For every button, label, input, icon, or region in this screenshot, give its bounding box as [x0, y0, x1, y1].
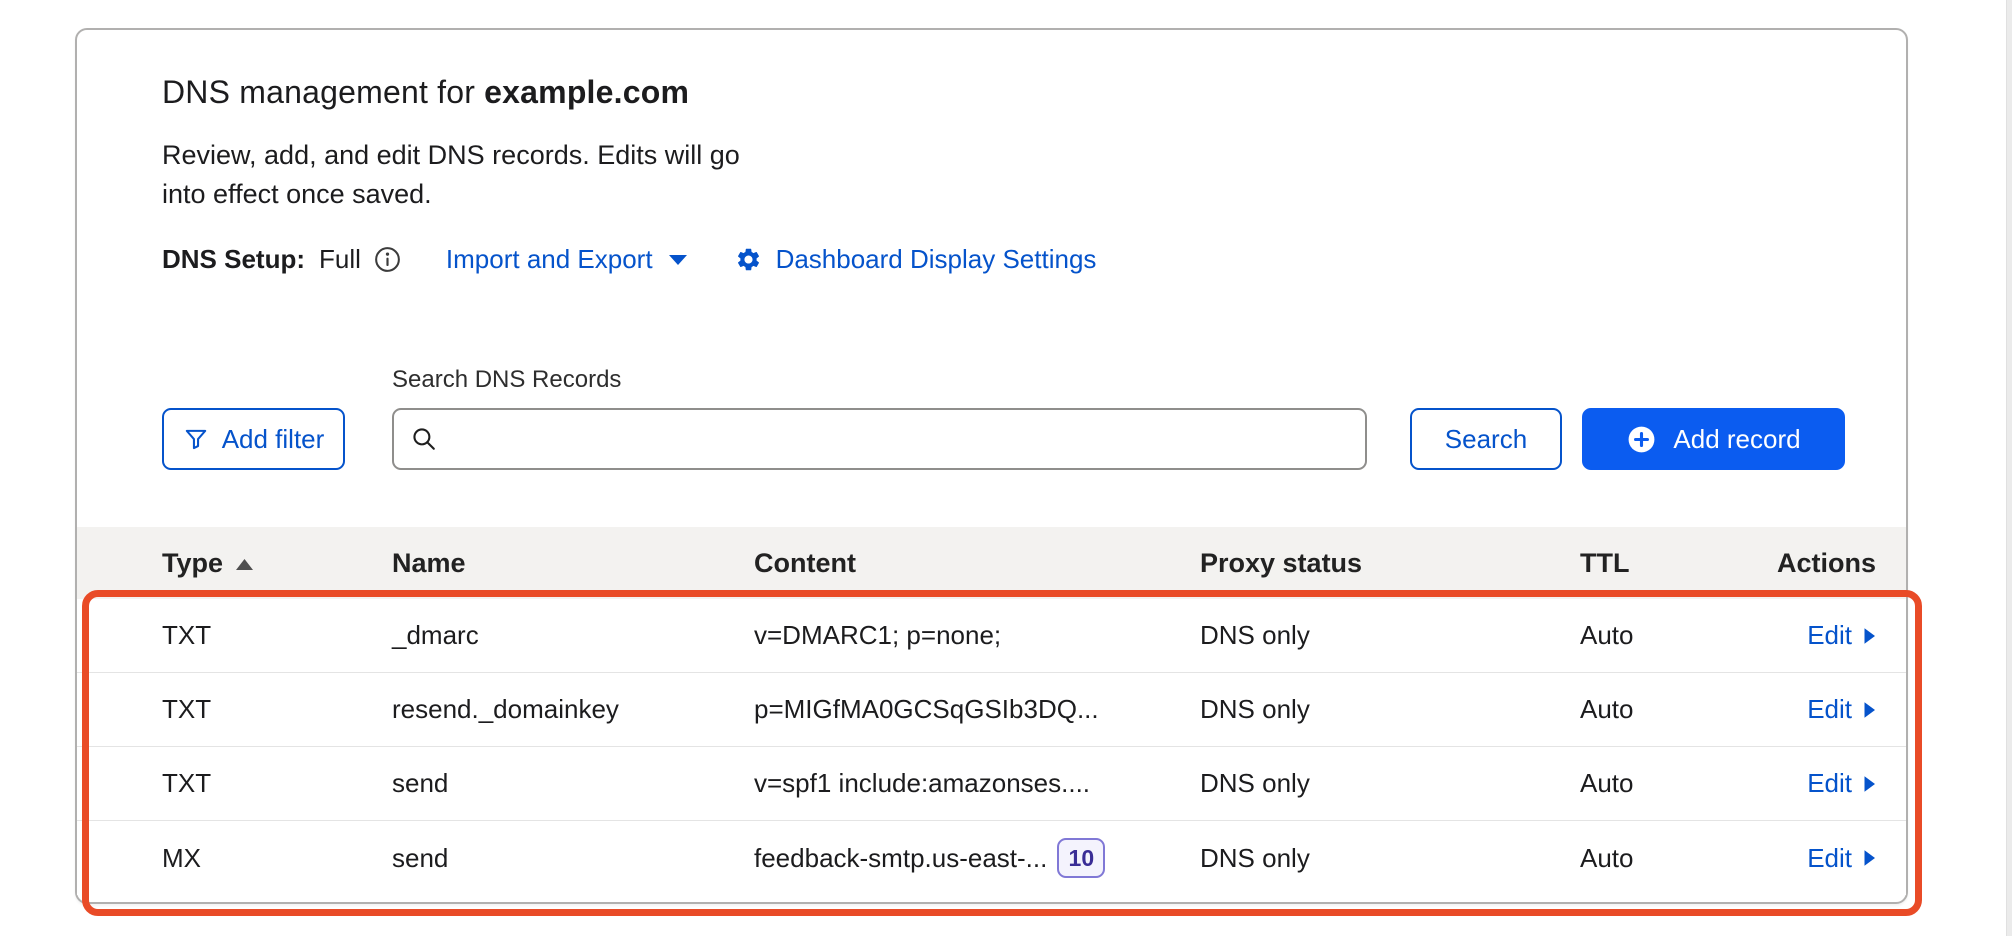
- cell-type: TXT: [162, 694, 392, 725]
- cell-ttl: Auto: [1580, 694, 1770, 725]
- table-row: TXT resend._domainkey p=MIGfMA0GCSqGSIb3…: [77, 673, 1906, 747]
- dns-setup-label: DNS Setup:: [162, 244, 305, 275]
- cell-content: p=MIGfMA0GCSqGSIb3DQ...: [754, 694, 1200, 725]
- sort-ascending-icon: [235, 558, 254, 571]
- caret-right-icon: [1863, 701, 1876, 719]
- cell-name: _dmarc: [392, 620, 754, 651]
- cell-ttl: Auto: [1580, 768, 1770, 799]
- dns-management-page: DNS management for example.com Review, a…: [0, 0, 2012, 936]
- cell-actions: Edit: [1770, 694, 1876, 725]
- edit-button[interactable]: Edit: [1807, 768, 1876, 799]
- gear-icon: [735, 246, 762, 273]
- column-header-content[interactable]: Content: [754, 548, 1200, 579]
- add-filter-label: Add filter: [222, 424, 325, 455]
- plus-circle-icon: [1626, 424, 1657, 455]
- dashboard-display-settings-link[interactable]: Dashboard Display Settings: [735, 244, 1097, 275]
- dns-management-card: DNS management for example.com Review, a…: [75, 28, 1908, 904]
- table-row: TXT send v=spf1 include:amazonses.... DN…: [77, 747, 1906, 821]
- search-button[interactable]: Search: [1410, 408, 1562, 470]
- cell-name: send: [392, 843, 754, 874]
- cell-content: v=DMARC1; p=none;: [754, 620, 1200, 651]
- cell-type: TXT: [162, 768, 392, 799]
- add-filter-button[interactable]: Add filter: [162, 408, 345, 470]
- cell-content: feedback-smtp.us-east-... 10: [754, 838, 1200, 878]
- table-body: TXT _dmarc v=DMARC1; p=none; DNS only Au…: [77, 599, 1906, 895]
- edit-button[interactable]: Edit: [1807, 620, 1876, 651]
- cell-proxy-status: DNS only: [1200, 768, 1580, 799]
- controls-row: Add filter Search Add record: [77, 408, 1906, 470]
- page-title: DNS management for example.com: [162, 74, 689, 111]
- search-button-label: Search: [1445, 424, 1527, 455]
- dns-setup-row: DNS Setup: Full Import and Export Dashbo…: [162, 244, 1096, 275]
- add-record-label: Add record: [1673, 424, 1800, 455]
- caret-right-icon: [1863, 627, 1876, 645]
- search-dns-records-label: Search DNS Records: [392, 366, 621, 394]
- cell-proxy-status: DNS only: [1200, 843, 1580, 874]
- add-record-button[interactable]: Add record: [1582, 408, 1845, 470]
- column-header-ttl[interactable]: TTL: [1580, 548, 1770, 579]
- search-icon: [410, 425, 438, 453]
- cell-content: v=spf1 include:amazonses....: [754, 768, 1200, 799]
- page-subtitle: Review, add, and edit DNS records. Edits…: [162, 136, 742, 214]
- column-header-proxy-status[interactable]: Proxy status: [1200, 548, 1580, 579]
- search-input[interactable]: [450, 424, 1365, 455]
- cell-proxy-status: DNS only: [1200, 620, 1580, 651]
- table-row: TXT _dmarc v=DMARC1; p=none; DNS only Au…: [77, 599, 1906, 673]
- import-export-label: Import and Export: [446, 244, 653, 275]
- scrollbar-track[interactable]: [2006, 0, 2012, 936]
- table-header: Type Name Content Proxy status TTL Actio…: [77, 527, 1906, 599]
- cell-proxy-status: DNS only: [1200, 694, 1580, 725]
- funnel-icon: [183, 426, 209, 452]
- chevron-down-icon: [667, 253, 689, 267]
- table-row: MX send feedback-smtp.us-east-... 10 DNS…: [77, 821, 1906, 895]
- info-icon[interactable]: [373, 245, 402, 274]
- dns-setup-value: Full: [319, 244, 361, 275]
- cell-actions: Edit: [1770, 768, 1876, 799]
- caret-right-icon: [1863, 849, 1876, 867]
- import-export-link[interactable]: Import and Export: [446, 244, 689, 275]
- column-header-name[interactable]: Name: [392, 548, 754, 579]
- cell-actions: Edit: [1770, 843, 1876, 874]
- cell-type: TXT: [162, 620, 392, 651]
- cell-ttl: Auto: [1580, 620, 1770, 651]
- page-title-prefix: DNS management for: [162, 74, 484, 110]
- cell-ttl: Auto: [1580, 843, 1770, 874]
- column-header-type[interactable]: Type: [162, 548, 392, 579]
- column-header-actions: Actions: [1770, 548, 1876, 579]
- edit-button[interactable]: Edit: [1807, 694, 1876, 725]
- cell-name: resend._domainkey: [392, 694, 754, 725]
- search-box: [392, 408, 1367, 470]
- edit-button[interactable]: Edit: [1807, 843, 1876, 874]
- page-title-domain: example.com: [484, 74, 689, 110]
- cell-type: MX: [162, 843, 392, 874]
- caret-right-icon: [1863, 775, 1876, 793]
- cell-name: send: [392, 768, 754, 799]
- dashboard-display-settings-label: Dashboard Display Settings: [776, 244, 1097, 275]
- cell-actions: Edit: [1770, 620, 1876, 651]
- mx-priority-badge: 10: [1057, 838, 1105, 878]
